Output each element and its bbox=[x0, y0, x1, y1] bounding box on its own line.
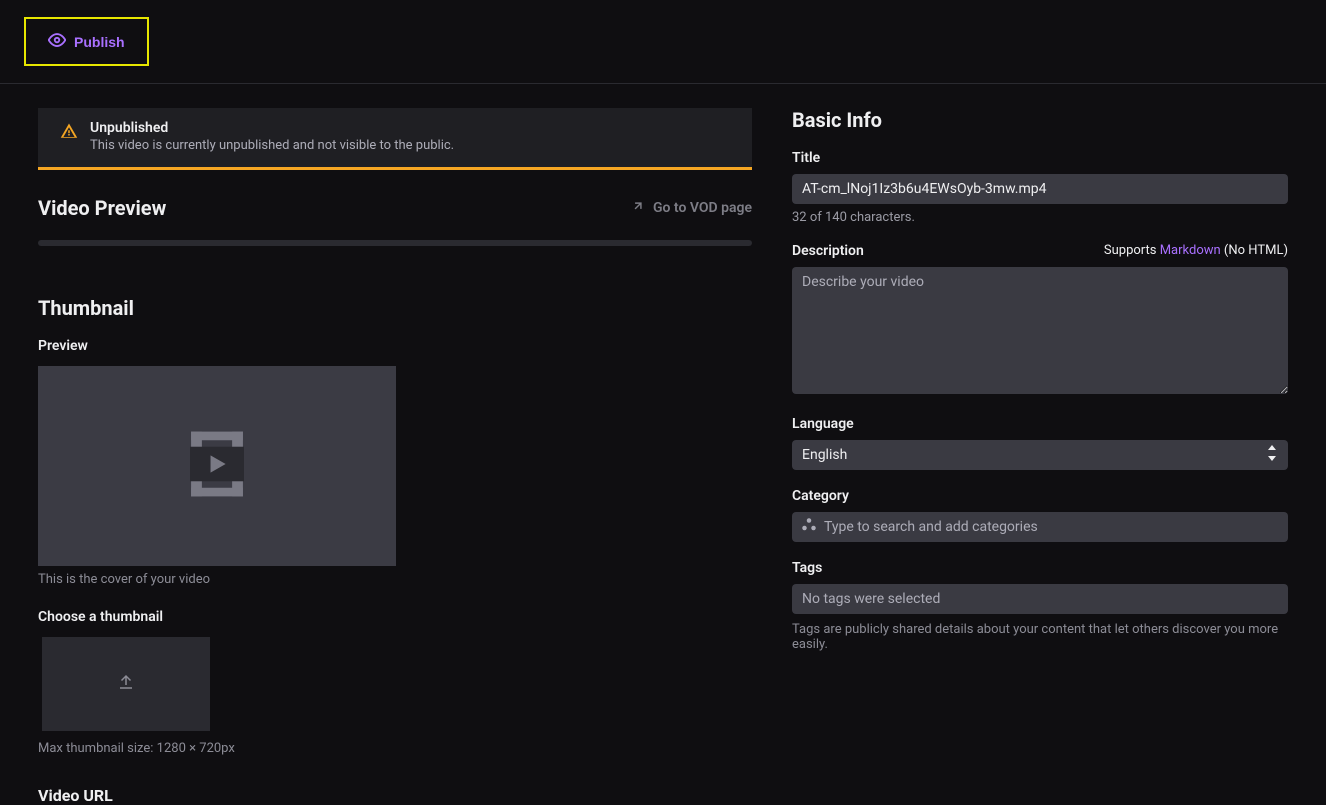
description-label-row: Description Supports Markdown (No HTML) bbox=[792, 243, 1288, 259]
video-preview-title: Video Preview bbox=[38, 196, 166, 220]
upload-thumbnail-button[interactable] bbox=[42, 637, 210, 731]
basic-info-title: Basic Info bbox=[792, 108, 1288, 132]
alert-title: Unpublished bbox=[90, 120, 454, 136]
thumbnail-section-title: Thumbnail bbox=[38, 296, 752, 320]
tags-label: Tags bbox=[792, 560, 1288, 576]
publish-button[interactable]: Publish bbox=[24, 17, 149, 66]
content-area: Unpublished This video is currently unpu… bbox=[0, 84, 1326, 805]
title-label: Title bbox=[792, 150, 1288, 166]
language-label: Language bbox=[792, 416, 1288, 432]
title-field-group: Title 32 of 140 characters. bbox=[792, 150, 1288, 225]
markdown-note: Supports Markdown (No HTML) bbox=[1104, 243, 1288, 259]
warning-icon bbox=[60, 122, 78, 144]
markdown-link[interactable]: Markdown bbox=[1160, 243, 1221, 258]
description-textarea[interactable] bbox=[792, 267, 1288, 394]
language-field-group: Language English bbox=[792, 416, 1288, 470]
external-link-icon bbox=[631, 199, 645, 217]
video-preview-scrubber[interactable] bbox=[38, 240, 752, 246]
language-select[interactable]: English bbox=[792, 440, 1288, 470]
thumbnail-preview bbox=[38, 366, 396, 566]
left-column: Unpublished This video is currently unpu… bbox=[38, 108, 752, 805]
page-header: Publish bbox=[0, 0, 1326, 84]
video-preview-header: Video Preview Go to VOD page bbox=[38, 196, 752, 220]
description-field-group: Description Supports Markdown (No HTML) bbox=[792, 243, 1288, 398]
video-url-title: Video URL bbox=[38, 786, 752, 805]
upload-icon bbox=[117, 673, 135, 695]
description-label: Description bbox=[792, 243, 864, 259]
tags-hint: Tags are publicly shared details about y… bbox=[792, 622, 1288, 652]
tags-field-group: Tags No tags were selected Tags are publ… bbox=[792, 560, 1288, 652]
alert-body: Unpublished This video is currently unpu… bbox=[90, 120, 454, 153]
right-column: Basic Info Title 32 of 140 characters. D… bbox=[792, 108, 1288, 805]
choose-thumbnail-label: Choose a thumbnail bbox=[38, 609, 752, 625]
eye-icon bbox=[48, 31, 66, 52]
publish-label: Publish bbox=[74, 34, 125, 50]
max-size-hint: Max thumbnail size: 1280 × 720px bbox=[38, 741, 752, 756]
tags-input[interactable]: No tags were selected bbox=[792, 584, 1288, 614]
preview-label: Preview bbox=[38, 338, 752, 354]
category-input[interactable] bbox=[792, 512, 1288, 542]
category-field-group: Category bbox=[792, 488, 1288, 542]
go-to-vod-link[interactable]: Go to VOD page bbox=[631, 199, 752, 217]
alert-description: This video is currently unpublished and … bbox=[90, 138, 454, 153]
preview-hint: This is the cover of your video bbox=[38, 572, 752, 587]
vod-link-label: Go to VOD page bbox=[653, 200, 752, 216]
unpublished-alert: Unpublished This video is currently unpu… bbox=[38, 108, 752, 170]
category-label: Category bbox=[792, 488, 1288, 504]
category-icon bbox=[800, 516, 818, 538]
title-char-count: 32 of 140 characters. bbox=[792, 210, 1288, 225]
title-input[interactable] bbox=[792, 174, 1288, 204]
film-placeholder-icon bbox=[163, 410, 271, 522]
